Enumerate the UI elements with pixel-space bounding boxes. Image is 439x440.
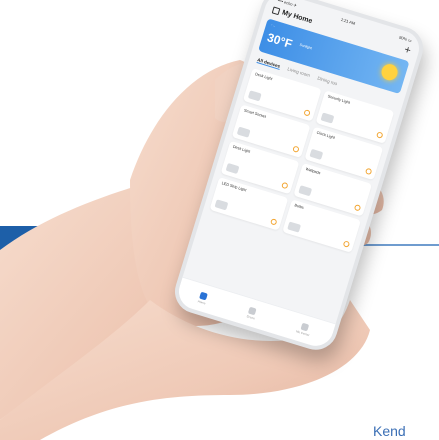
nav-scene[interactable]: Scene <box>246 306 258 320</box>
power-icon[interactable] <box>269 218 278 226</box>
nav-label: Me Center <box>295 328 311 337</box>
home-title: My Home <box>281 8 314 25</box>
photo-stage: •••• echo ✈ 1:21 AM 80% ▭ My Home + ◦ ..… <box>0 0 439 440</box>
desk-light-icon <box>225 162 240 175</box>
power-icon[interactable] <box>364 167 373 176</box>
nav-me[interactable]: Me Center <box>296 321 313 337</box>
power-icon[interactable] <box>303 109 311 117</box>
weather-temperature: 30°F <box>265 30 294 52</box>
power-icon[interactable] <box>281 181 289 190</box>
lamp-icon <box>247 90 262 102</box>
weather-condition: Sunlight <box>299 42 313 51</box>
clock-light-icon <box>309 148 324 160</box>
nav-home[interactable]: Home <box>197 291 209 305</box>
power-icon[interactable] <box>292 145 300 153</box>
power-icon[interactable] <box>342 240 351 248</box>
bulb-icon <box>287 221 302 233</box>
home-icon <box>271 5 281 15</box>
wallpad-icon <box>298 185 313 197</box>
security-light-icon <box>320 112 335 124</box>
weather-location: ◦ ... <box>270 22 277 28</box>
power-icon[interactable] <box>353 204 362 212</box>
socket-icon <box>236 126 251 138</box>
add-device-icon[interactable]: + <box>403 44 413 57</box>
led-strip-icon <box>214 199 229 211</box>
power-icon[interactable] <box>375 131 384 139</box>
corner-caption: Kend <box>373 423 406 439</box>
sun-icon <box>379 62 400 83</box>
